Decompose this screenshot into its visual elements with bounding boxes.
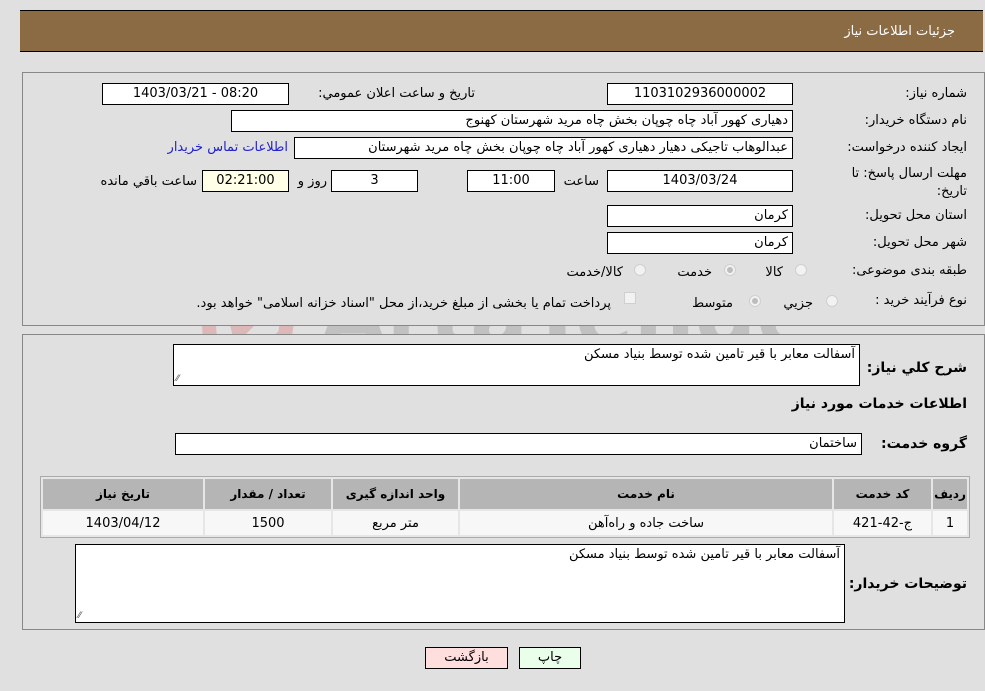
purchase-option-medium: متوسط bbox=[692, 296, 733, 311]
purchase-type-label: نوع فرآيند خريد : bbox=[875, 293, 967, 308]
services-table: رديف کد خدمت نام خدمت واحد اندازه گيری ت… bbox=[40, 476, 970, 538]
category-label: طبقه بندی موضوعی: bbox=[851, 263, 967, 278]
col-header-quantity: تعداد / مقدار bbox=[205, 479, 331, 509]
need-number-field[interactable]: 1103102936000002 bbox=[607, 83, 793, 105]
col-header-unit: واحد اندازه گيری bbox=[333, 479, 458, 509]
summary-label: شرح کلي نياز: bbox=[866, 360, 967, 376]
creator-label: ايجاد کننده درخواست: bbox=[847, 140, 967, 155]
buyer-org-field[interactable]: دهیاری کهور آباد چاه چوپان بخش چاه مرید … bbox=[231, 110, 793, 132]
buyer-org-label: نام دستگاه خريدار: bbox=[864, 113, 967, 128]
announce-datetime-label: تاريخ و ساعت اعلان عمومي: bbox=[318, 86, 475, 101]
table-row: 1 ج-42-421 ساخت جاده و راه‌آهن متر مربع … bbox=[43, 511, 967, 535]
print-button[interactable]: چاپ bbox=[519, 647, 581, 669]
city-label: شهر محل تحويل: bbox=[872, 235, 967, 250]
category-radio-service[interactable] bbox=[724, 264, 736, 276]
page-header: جزئیات اطلاعات نیاز bbox=[20, 10, 983, 52]
summary-textarea[interactable]: آسفالت معابر با قیر تامین شده توسط بنیاد… bbox=[173, 344, 860, 386]
resize-grip-icon[interactable]: ⁄⁄ bbox=[78, 611, 81, 621]
buyer-notes-text: آسفالت معابر با قیر تامین شده توسط بنیاد… bbox=[568, 547, 840, 562]
service-group-label: گروه خدمت: bbox=[881, 436, 967, 452]
purchase-radio-medium[interactable] bbox=[749, 295, 761, 307]
table-header-row: رديف کد خدمت نام خدمت واحد اندازه گيری ت… bbox=[43, 479, 967, 509]
category-option-goods: کالا bbox=[765, 265, 783, 280]
deadline-date-field[interactable]: 1403/03/24 bbox=[607, 170, 793, 192]
buyer-notes-textarea[interactable]: آسفالت معابر با قیر تامین شده توسط بنیاد… bbox=[75, 544, 845, 623]
cell-service-name: ساخت جاده و راه‌آهن bbox=[460, 511, 832, 535]
creator-field[interactable]: عبدالوهاب تاجیکی دهیار دهیاری کهور آباد … bbox=[294, 137, 793, 159]
time-remaining-label: ساعت باقي مانده bbox=[100, 174, 197, 189]
cell-need-date: 1403/04/12 bbox=[43, 511, 203, 535]
category-radio-goods-service[interactable] bbox=[634, 264, 646, 276]
col-header-need-date: تاريخ نياز bbox=[43, 479, 203, 509]
services-heading: اطلاعات خدمات مورد نياز bbox=[791, 396, 967, 412]
purchase-radio-minor[interactable] bbox=[826, 295, 838, 307]
category-option-goods-service: کالا/خدمت bbox=[566, 265, 623, 280]
summary-text: آسفالت معابر با قیر تامین شده توسط بنیاد… bbox=[583, 347, 855, 362]
treasury-note: پرداخت تمام يا بخشی از مبلغ خريد،از محل … bbox=[196, 296, 611, 311]
cell-row-number: 1 bbox=[933, 511, 967, 535]
province-field[interactable]: کرمان bbox=[607, 205, 793, 227]
treasury-checkbox[interactable] bbox=[624, 292, 636, 304]
deadline-time-field[interactable]: 11:00 bbox=[467, 170, 555, 192]
buyer-notes-label: توضيحات خريدار: bbox=[848, 576, 967, 592]
category-radio-goods[interactable] bbox=[795, 264, 807, 276]
cell-service-code: ج-42-421 bbox=[834, 511, 931, 535]
days-label: روز و bbox=[297, 174, 327, 189]
col-header-row-number: رديف bbox=[933, 479, 967, 509]
cell-unit: متر مربع bbox=[333, 511, 458, 535]
page-title: جزئیات اطلاعات نیاز bbox=[844, 24, 955, 39]
deadline-time-label: ساعت bbox=[563, 174, 599, 189]
announce-datetime-field[interactable]: 1403/03/21 - 08:20 bbox=[102, 83, 289, 105]
deadline-label: مهلت ارسال پاسخ: تا تاریخ: bbox=[851, 166, 967, 199]
service-group-field[interactable]: ساختمان bbox=[175, 433, 862, 455]
resize-grip-icon[interactable]: ⁄⁄ bbox=[176, 374, 179, 384]
category-option-service: خدمت bbox=[677, 265, 712, 280]
purchase-option-minor: جزيي bbox=[783, 296, 813, 311]
province-label: استان محل تحويل: bbox=[865, 208, 967, 223]
days-remaining-field[interactable]: 3 bbox=[331, 170, 418, 192]
col-header-service-code: کد خدمت bbox=[834, 479, 931, 509]
buyer-contact-link[interactable]: اطلاعات تماس خريدار bbox=[168, 140, 288, 155]
city-field[interactable]: کرمان bbox=[607, 232, 793, 254]
time-remaining-field[interactable]: 02:21:00 bbox=[202, 170, 289, 192]
back-button[interactable]: بازگشت bbox=[425, 647, 508, 669]
cell-quantity: 1500 bbox=[205, 511, 331, 535]
col-header-service-name: نام خدمت bbox=[460, 479, 832, 509]
need-number-label: شماره نیاز: bbox=[905, 86, 967, 101]
